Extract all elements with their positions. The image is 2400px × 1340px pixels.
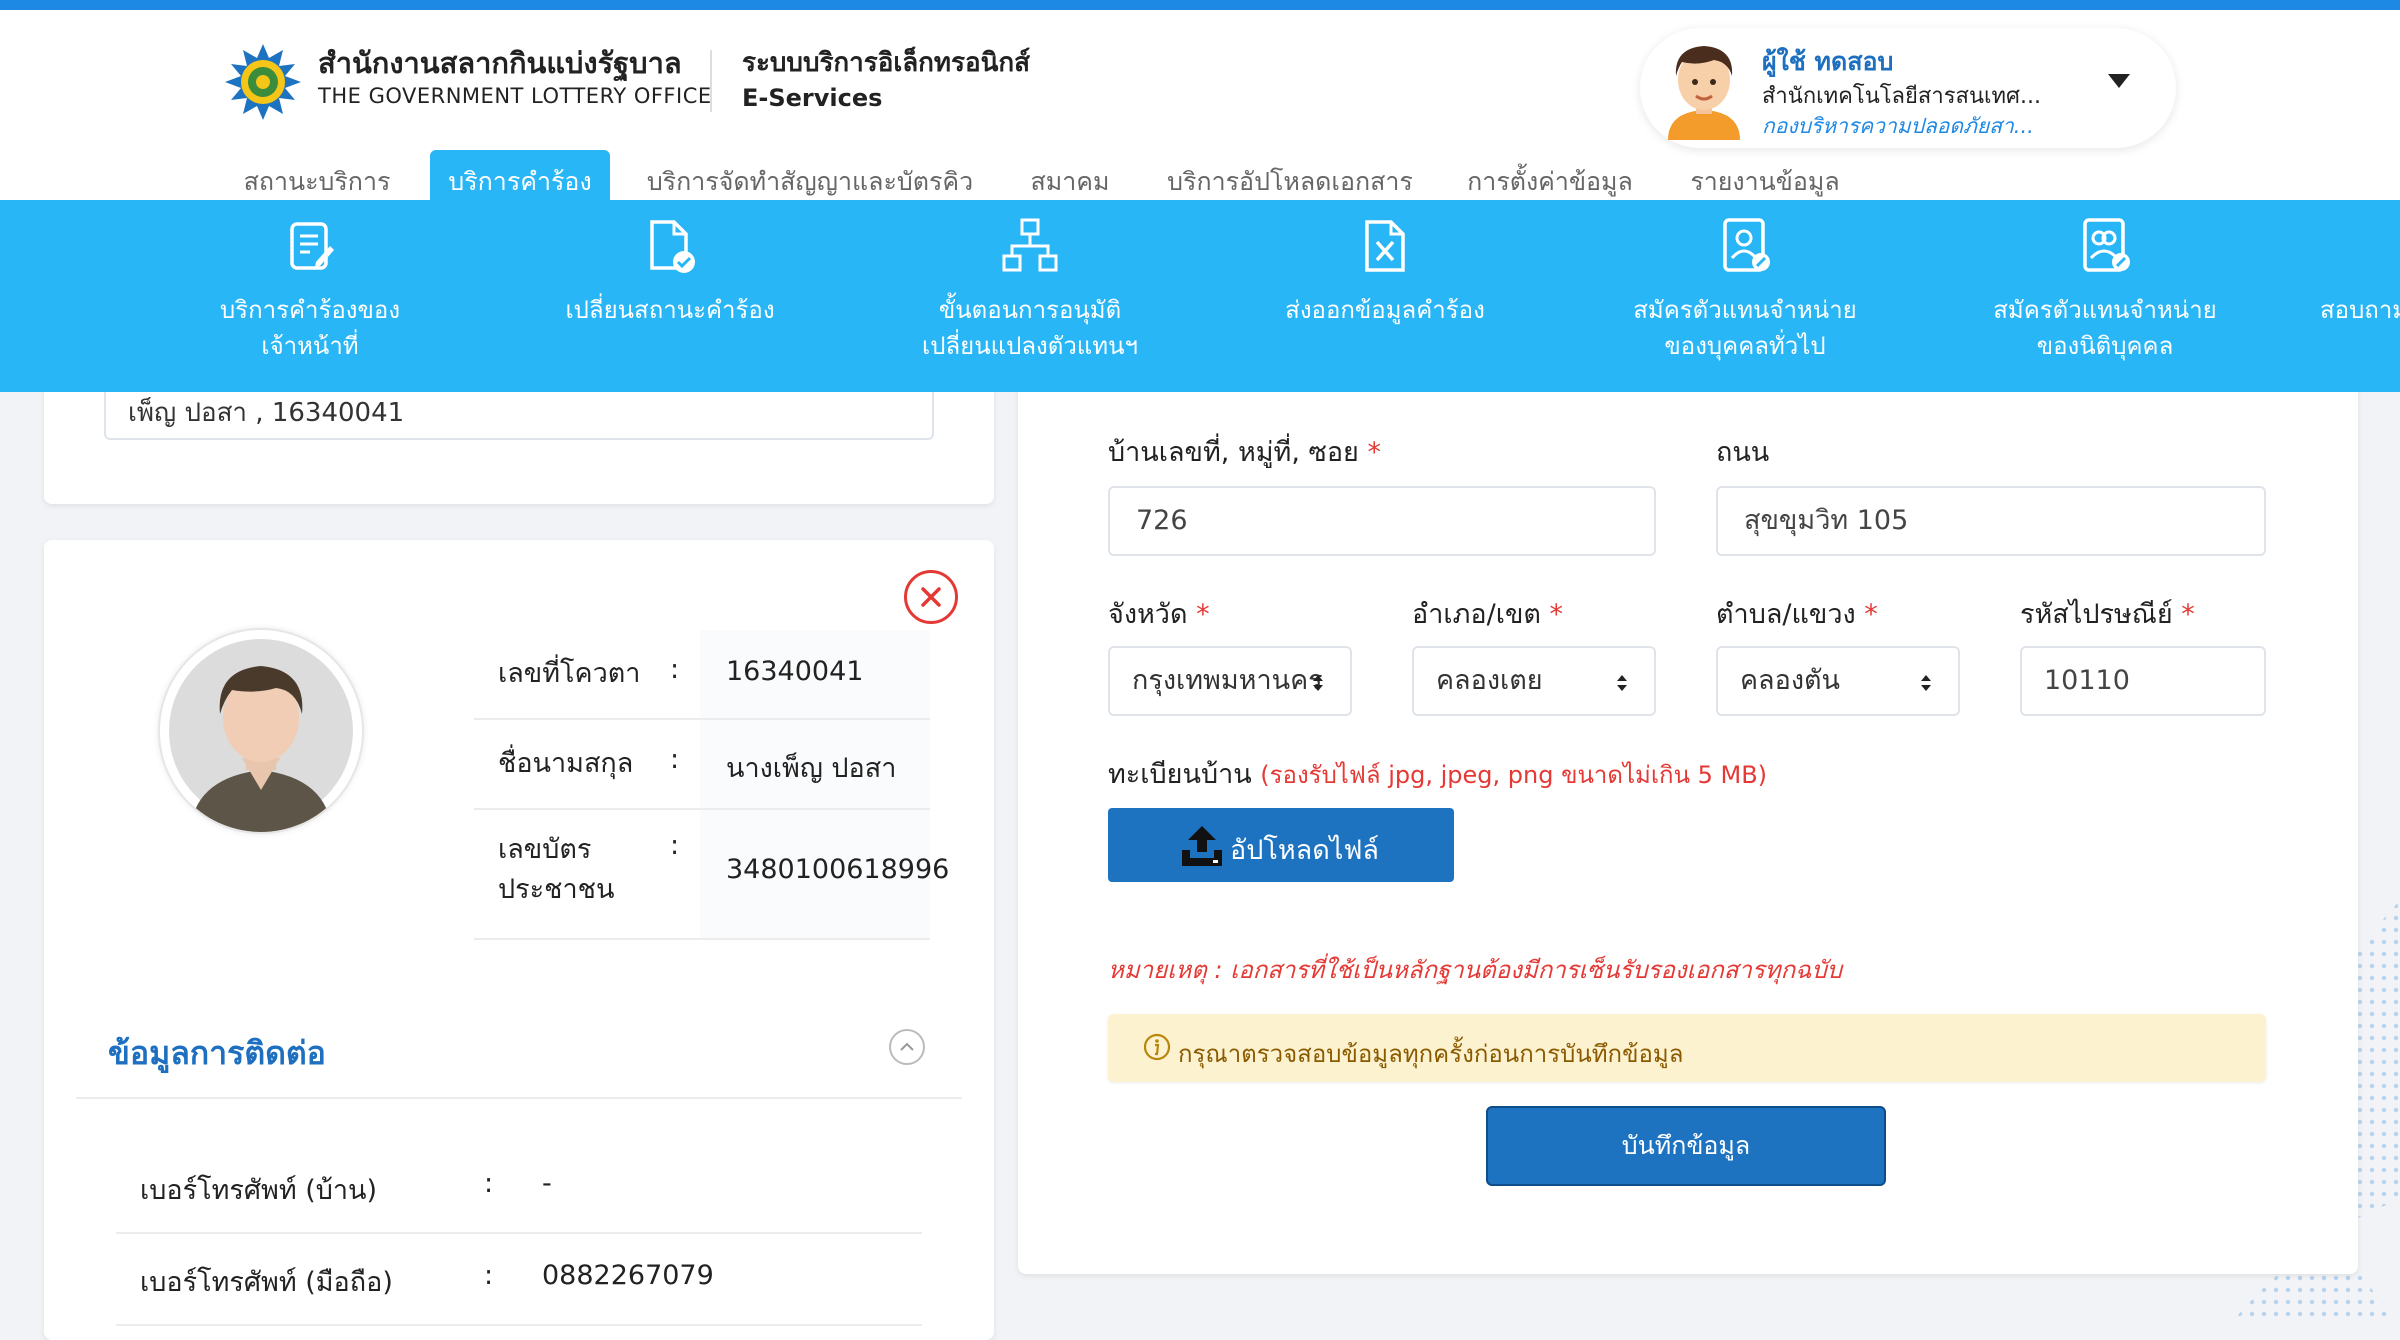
district-select[interactable]: คลองเตย (1412, 646, 1656, 716)
user-department: สำนักเทคโนโลยีสารสนเทศ... (1762, 84, 2041, 109)
subnav-label: เปลี่ยนสถานะคำร้อง (565, 296, 775, 324)
top-accent-bar (0, 0, 2400, 10)
excel-export-icon (1365, 220, 1405, 272)
field-label: เบอร์โทรศัพท์ (มือถือ) (140, 1267, 393, 1298)
subnav-export-requests[interactable]: ส่งออกข้อมูลคำร้อง (1260, 200, 1510, 392)
required-mark: * (1549, 599, 1564, 630)
mobile-phone: 0882267079 (542, 1260, 714, 1291)
profile-photo (160, 630, 362, 832)
org-name-th: สำนักงานสลากกินแบ่งรัฐบาล (318, 46, 682, 80)
upload-hint: (รองรับไฟล์ jpg, jpeg, png ขนาดไม่เกิน 5… (1260, 761, 1768, 789)
house-number-input[interactable]: 726 (1108, 486, 1656, 556)
upload-icon (1182, 826, 1222, 866)
group-badge-icon (2083, 218, 2130, 272)
info-icon (1143, 1033, 1171, 1061)
subdistrict-select[interactable]: คลองตัน (1716, 646, 1960, 716)
system-name-en: E-Services (742, 84, 883, 112)
province-select[interactable]: กรุงเทพมหานคร (1108, 646, 1352, 716)
subnav-label: ส่งออกข้อมูลคำร้อง (1285, 296, 1485, 324)
field-label: ชื่อนามสกุล (498, 748, 634, 779)
close-icon[interactable] (904, 570, 958, 624)
contact-section-title: ข้อมูลการติดต่อ (108, 1034, 326, 1072)
subdistrict-select-value: คลองตัน (1740, 665, 1840, 696)
field-separator: : (670, 830, 680, 861)
section-divider (76, 1097, 962, 1099)
select-arrows-icon (1921, 675, 1931, 691)
subnav-label: บริการคำร้องของ เจ้าหน้าที่ (219, 296, 401, 360)
subnav-change-status[interactable]: เปลี่ยนสถานะคำร้อง (545, 200, 795, 392)
required-mark: * (1196, 599, 1210, 630)
document-note: หมายเหตุ : เอกสารที่ใช้เป็นหลักฐานต้องมี… (1108, 956, 1842, 984)
field-label: เลขที่โควตา (498, 658, 641, 689)
app-header: สำนักงานสลากกินแบ่งรัฐบาล THE GOVERNMENT… (0, 10, 2400, 210)
person-badge-icon (1723, 218, 1770, 272)
user-menu[interactable]: ผู้ใช้ ทดสอบ สำนักเทคโนโลยีสารสนเทศ... ก… (1640, 28, 2176, 148)
province-select-value: กรุงเทพมหานคร (1132, 665, 1323, 696)
subnav-label: สมัครตัวแทนจำหน่าย ของนิติบุคคล (1993, 296, 2217, 360)
upload-file-button[interactable]: อัปโหลดไฟล์ (1108, 808, 1454, 882)
contact-row-home-phone: เบอร์โทรศัพท์ (บ้าน) : - (116, 1142, 922, 1234)
save-button[interactable]: บันทึกข้อมูล (1486, 1106, 1886, 1186)
chevron-down-icon[interactable] (2108, 74, 2130, 88)
required-mark: * (1864, 599, 1878, 630)
field-separator: : (484, 1168, 494, 1199)
alert-text: กรุณาตรวจสอบข้อมูลทุกครั้งก่อนการบันทึกข… (1178, 1040, 1684, 1068)
subnav-approval-steps[interactable]: ขั้นตอนการอนุมัติ เปลี่ยนแปลงตัวแทนฯ (880, 200, 1180, 392)
full-name: นางเพ็ญ ปอสา (726, 753, 897, 784)
subnav-label: สมัครตัวแทนจำหน่าย ของบุคคลทั่วไป (1633, 296, 1857, 360)
user-avatar (1668, 46, 1740, 140)
subnav-register-juristic-agent[interactable]: สมัครตัวแทนจำหน่าย ของนิติบุคคล (1970, 200, 2240, 392)
subnav-label: ขั้นตอนการอนุมัติ เปลี่ยนแปลงตัวแทนฯ (922, 296, 1138, 360)
upload-button-label: อัปโหลดไฟล์ (1230, 835, 1379, 866)
required-mark: * (1367, 437, 1381, 468)
subnav-register-individual-agent[interactable]: สมัครตัวแทนจำหน่าย ของบุคคลทั่วไป (1610, 200, 1880, 392)
house-label: บ้านเลขที่, หมู่ที่, ซอย * (1108, 430, 1381, 473)
contact-row-mobile-phone: เบอร์โทรศัพท์ (มือถือ) : 0882267079 (116, 1234, 922, 1326)
postcode-input[interactable]: 10110 (2020, 646, 2266, 716)
verify-alert: กรุณาตรวจสอบข้อมูลทุกครั้งก่อนการบันทึกข… (1108, 1014, 2266, 1082)
field-separator: : (484, 1260, 494, 1291)
document-check-icon (650, 220, 695, 273)
select-arrows-icon (1617, 675, 1627, 691)
district-label: อำเภอ/เขต * (1412, 592, 1563, 635)
subnav-label: สอบถามข (2320, 296, 2400, 324)
select-arrows-icon (1313, 675, 1323, 691)
subnav-staff-requests[interactable]: บริการคำร้องของ เจ้าหน้าที่ (190, 200, 430, 392)
subdistrict-label: ตำบล/แขวง * (1716, 592, 1878, 635)
field-label: เลขบัตร ประชาชน (498, 834, 615, 905)
province-label-text: จังหวัด (1108, 599, 1188, 630)
house-registration-label: ทะเบียนบ้าน (รองรับไฟล์ jpg, jpeg, png ข… (1108, 752, 1767, 795)
province-label: จังหวัด * (1108, 592, 1210, 635)
profile-row-name: ชื่อนามสกุล : นางเพ็ญ ปอสา (474, 720, 930, 810)
hierarchy-icon (1002, 218, 1058, 272)
form-edit-icon (290, 222, 334, 270)
system-name-th: ระบบบริการอิเล็กทรอนิกส์ (742, 48, 1030, 78)
user-subdivision: กองบริหารความปลอดภัยสา... (1762, 114, 2034, 138)
field-label: เบอร์โทรศัพท์ (บ้าน) (140, 1175, 378, 1206)
profile-row-id: เลขบัตร ประชาชน : 3480100618996 (474, 810, 949, 940)
road-input[interactable]: สุขขุมวิท 105 (1716, 486, 2266, 556)
postcode-label-text: รหัสไปรษณีย์ (2020, 599, 2173, 630)
district-select-value: คลองเตย (1436, 665, 1543, 696)
subnav-inquiry[interactable]: สอบถามข (2300, 200, 2400, 392)
org-name-en: THE GOVERNMENT LOTTERY OFFICE (318, 84, 712, 108)
home-phone: - (542, 1168, 552, 1199)
field-separator: : (670, 654, 680, 685)
house-label-text: บ้านเลขที่, หมู่ที่, ซอย (1108, 437, 1359, 468)
citizen-id: 3480100618996 (726, 854, 950, 885)
field-separator: : (670, 744, 680, 775)
request-subnav: บริการคำร้องของ เจ้าหน้าที่ เปลี่ยนสถานะค… (0, 200, 2400, 392)
header-divider (710, 50, 712, 112)
profile-row-quota: เลขที่โควตา : 16340041 (474, 630, 930, 720)
road-label: ถนน (1716, 437, 1770, 468)
chevron-up-icon[interactable] (889, 1029, 925, 1065)
house-registration-text: ทะเบียนบ้าน (1108, 759, 1252, 790)
subdistrict-label-text: ตำบล/แขวง (1716, 599, 1856, 630)
quota-number: 16340041 (726, 656, 864, 687)
user-name: ผู้ใช้ ทดสอบ (1762, 47, 1894, 76)
lottery-office-logo (225, 44, 301, 120)
district-label-text: อำเภอ/เขต (1412, 599, 1541, 630)
postcode-label: รหัสไปรษณีย์ * (2020, 592, 2195, 635)
required-mark: * (2181, 599, 2195, 630)
